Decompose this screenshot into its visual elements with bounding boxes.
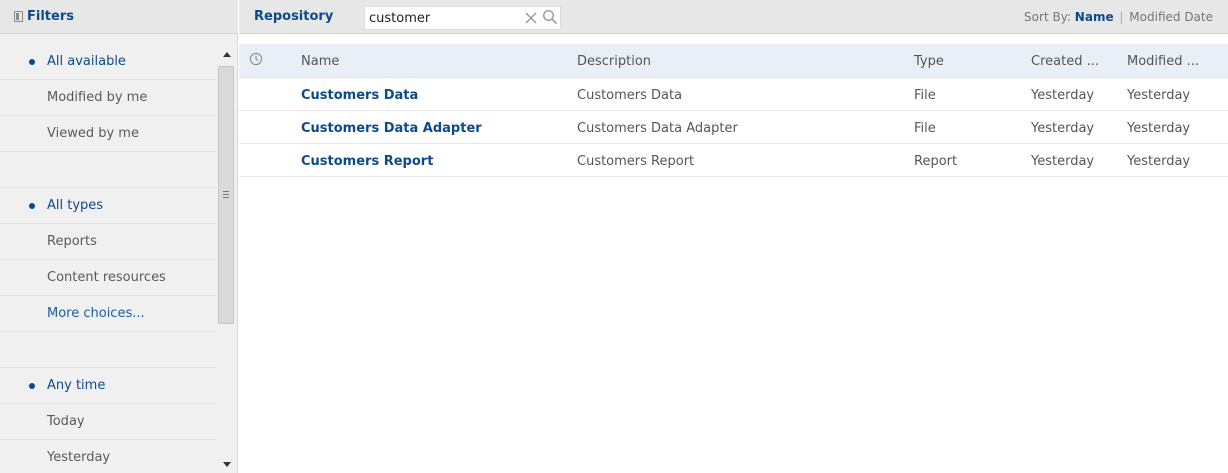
sort-controls: Sort By: Name | Modified Date — [1024, 10, 1213, 24]
filter-item[interactable]: All types — [0, 188, 216, 224]
cell-modified: Yesterday — [1127, 88, 1191, 103]
filter-item[interactable]: Any time — [0, 368, 216, 404]
filter-group-spacer — [0, 332, 216, 368]
cell-type: Report — [914, 154, 958, 169]
cell-description: Customers Data — [577, 88, 683, 103]
page-title: Repository — [254, 9, 334, 24]
cell-type: File — [914, 121, 936, 136]
cell-name[interactable]: Customers Data Adapter — [301, 121, 482, 136]
filter-item[interactable]: Content resources — [0, 260, 216, 296]
column-header-modified[interactable]: Modified ... — [1127, 54, 1199, 69]
grip-icon — [223, 191, 229, 198]
repository-main: Repository Sort By: Name | Modified Date… — [239, 0, 1228, 473]
column-header-name[interactable]: Name — [301, 54, 339, 69]
search-box[interactable] — [364, 6, 561, 30]
sort-by-label: Sort By: — [1024, 10, 1071, 24]
repository-toolbar: Repository Sort By: Name | Modified Date — [239, 0, 1228, 34]
cell-modified: Yesterday — [1127, 154, 1191, 169]
panel-pin-icon[interactable] — [14, 11, 23, 22]
cell-created: Yesterday — [1031, 154, 1095, 169]
filters-title: Filters — [27, 9, 74, 24]
cell-type: File — [914, 88, 936, 103]
table-row[interactable]: Customers Data Customers Data File Yesterda… — [239, 79, 1228, 111]
filters-panel: Filters All available Modified by me Viewe… — [0, 0, 238, 473]
scroll-down-arrow-icon[interactable] — [223, 462, 231, 467]
filters-header[interactable]: Filters — [0, 0, 238, 34]
column-header-type[interactable]: Type — [914, 54, 944, 69]
scrollbar-thumb[interactable] — [218, 66, 234, 324]
filter-item[interactable]: Modified by me — [0, 80, 216, 116]
filter-item[interactable]: Yesterday — [0, 440, 216, 473]
cell-description: Customers Data Adapter — [577, 121, 738, 136]
search-icon[interactable] — [542, 9, 558, 25]
table-row[interactable]: Customers Data Adapter Customers Data Ada… — [239, 112, 1228, 144]
cell-name[interactable]: Customers Data — [301, 88, 418, 103]
sort-separator: | — [1119, 10, 1124, 24]
filter-item[interactable]: Viewed by me — [0, 116, 216, 152]
cell-created: Yesterday — [1031, 88, 1095, 103]
scroll-up-arrow-icon[interactable] — [223, 52, 231, 57]
cell-modified: Yesterday — [1127, 121, 1191, 136]
search-input[interactable] — [369, 9, 517, 27]
table-header: Name Description Type Created ... Modifi… — [239, 44, 1228, 78]
clock-icon[interactable] — [249, 52, 263, 66]
sort-by-name-link[interactable]: Name — [1075, 10, 1114, 24]
filter-list: All available Modified by me Viewed by me A… — [0, 44, 216, 473]
filter-item[interactable]: Today — [0, 404, 216, 440]
cell-created: Yesterday — [1031, 121, 1095, 136]
filter-item[interactable]: More choices... — [0, 296, 216, 332]
clear-search-icon[interactable] — [524, 11, 538, 25]
column-header-created[interactable]: Created ... — [1031, 54, 1099, 69]
table-row[interactable]: Customers Report Customers Report Report Ye… — [239, 145, 1228, 177]
cell-name[interactable]: Customers Report — [301, 154, 433, 169]
filter-scrollbar[interactable] — [216, 44, 237, 473]
column-header-description[interactable]: Description — [577, 54, 651, 69]
filter-item[interactable]: All available — [0, 44, 216, 80]
filter-item[interactable]: Reports — [0, 224, 216, 260]
filter-group-spacer — [0, 152, 216, 188]
cell-description: Customers Report — [577, 154, 695, 169]
sort-by-modified-link[interactable]: Modified Date — [1129, 10, 1213, 24]
